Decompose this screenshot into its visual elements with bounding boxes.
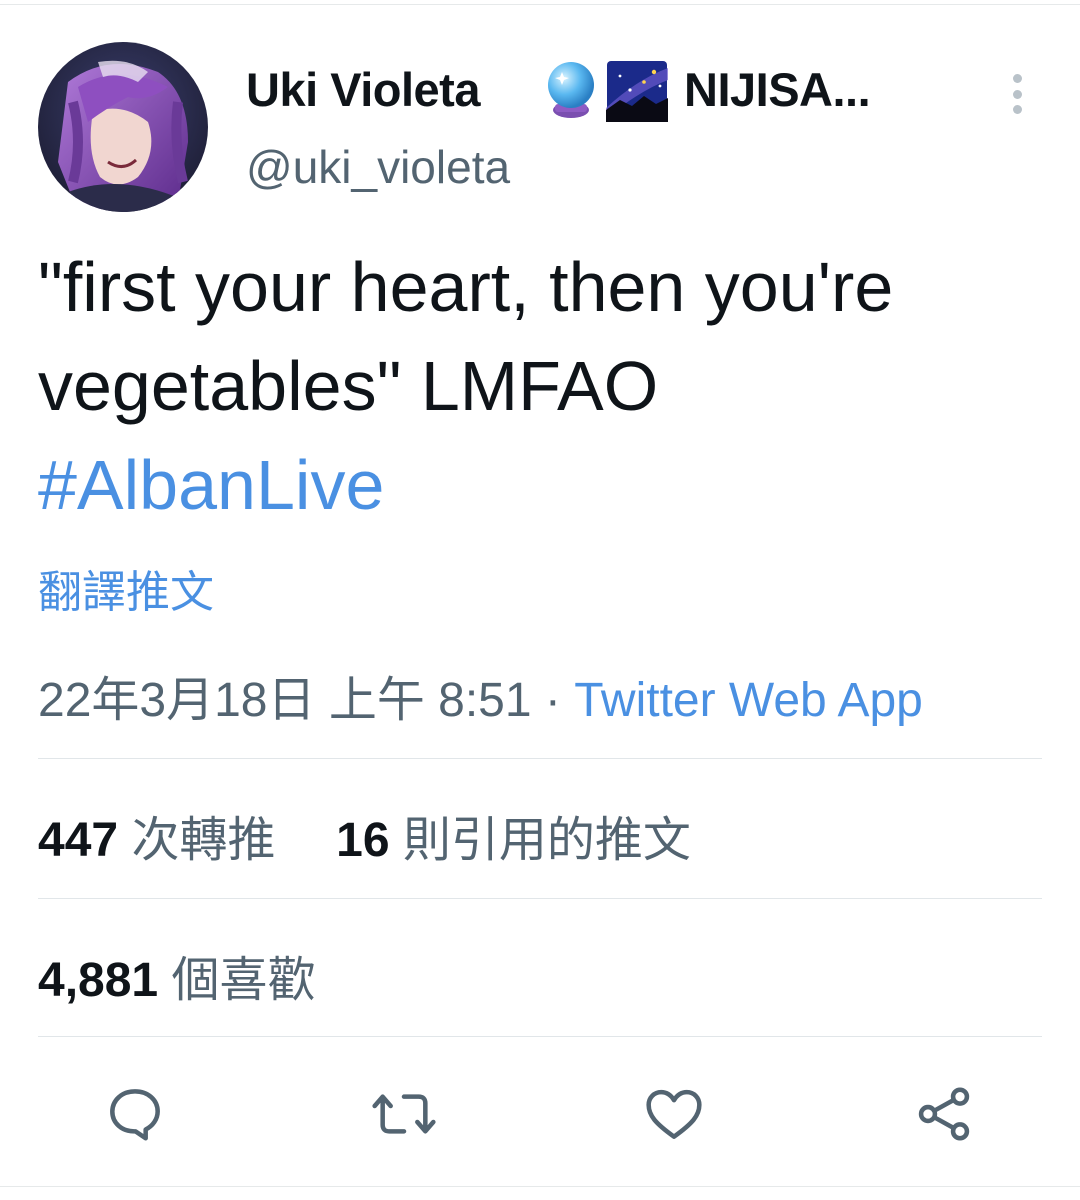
retweets-label: 次轉推 bbox=[131, 814, 276, 867]
more-options-icon[interactable] bbox=[1000, 68, 1034, 120]
retweets-stat[interactable]: 447 次轉推 bbox=[38, 814, 275, 867]
timestamp[interactable]: 22年3月18日 上午 8:51 bbox=[38, 674, 532, 727]
user-handle[interactable]: @uki_violeta bbox=[246, 140, 510, 194]
top-divider bbox=[0, 4, 1080, 5]
likes-label: 個喜歡 bbox=[171, 954, 316, 1007]
divider bbox=[38, 1036, 1042, 1037]
quotes-count: 16 bbox=[336, 814, 390, 867]
tweet-text-line: "first your heart, then you're bbox=[38, 248, 894, 326]
tweet-meta: 22年3月18日 上午 8:51 · Twitter Web App bbox=[38, 660, 923, 730]
avatar-image bbox=[38, 42, 208, 212]
source-link[interactable]: Twitter Web App bbox=[574, 674, 923, 727]
likes-count: 4,881 bbox=[38, 954, 159, 1007]
retweets-count: 447 bbox=[38, 814, 119, 867]
meta-separator: · bbox=[531, 674, 575, 727]
milky-way-icon bbox=[606, 60, 668, 122]
share-button[interactable] bbox=[908, 1078, 980, 1150]
heart-icon bbox=[646, 1089, 702, 1139]
likes-stat[interactable]: 4,881 個喜歡 bbox=[38, 940, 315, 1010]
like-button[interactable] bbox=[638, 1078, 710, 1150]
reply-button[interactable] bbox=[99, 1078, 171, 1150]
retweet-icon bbox=[372, 1094, 436, 1134]
hashtag-link[interactable]: #AlbanLive bbox=[38, 436, 1048, 535]
bottom-divider bbox=[0, 1186, 1080, 1187]
share-icon bbox=[918, 1087, 970, 1141]
retweet-button[interactable] bbox=[368, 1078, 440, 1150]
reply-icon bbox=[110, 1089, 160, 1141]
translate-tweet-link[interactable]: 翻譯推文 bbox=[38, 556, 214, 620]
display-name[interactable]: Uki Violeta bbox=[246, 62, 480, 117]
display-name-rest[interactable]: NIJISA... bbox=[684, 62, 871, 117]
retweet-quote-stats: 447 次轉推 16 則引用的推文 bbox=[38, 800, 691, 870]
divider bbox=[38, 758, 1042, 759]
quotes-label: 則引用的推文 bbox=[402, 814, 691, 867]
quotes-stat[interactable]: 16 則引用的推文 bbox=[336, 814, 691, 867]
tweet-detail: Uki Violeta NIJISA... @uki_violeta "firs… bbox=[0, 0, 1080, 1200]
tweet-text: "first your heart, then you're vegetable… bbox=[38, 238, 1048, 535]
divider bbox=[38, 898, 1042, 899]
tweet-text-line: vegetables" LMFAO bbox=[38, 347, 659, 425]
crystal-ball-icon bbox=[542, 58, 600, 120]
avatar[interactable] bbox=[38, 42, 208, 212]
